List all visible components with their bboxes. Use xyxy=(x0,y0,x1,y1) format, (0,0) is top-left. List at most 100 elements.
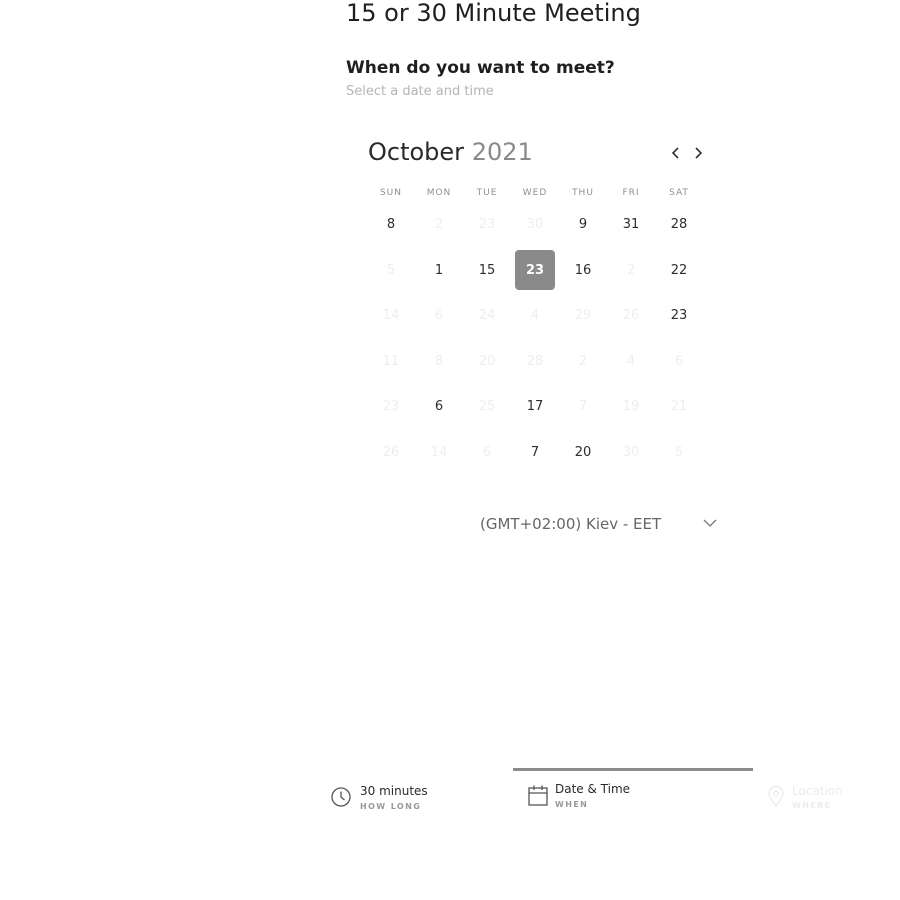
calendar-day[interactable]: 22 xyxy=(655,248,703,294)
calendar-day: 8 xyxy=(415,339,463,385)
calendar-day: 23 xyxy=(463,202,511,248)
calendar-day-number: 1 xyxy=(434,262,444,278)
weekday-header: SUN MON TUE WED THU FRI SAT xyxy=(367,188,703,198)
calendar-day-number: 8 xyxy=(434,353,444,369)
calendar-day: 4 xyxy=(607,339,655,385)
calendar-day-number: 19 xyxy=(622,399,640,415)
calendar-day: 19 xyxy=(607,384,655,430)
calendar-day-number: 2 xyxy=(578,353,588,369)
calendar-day-number: 16 xyxy=(574,262,592,278)
step-date-time[interactable]: Date & Time WHEN xyxy=(527,760,687,820)
weekday-sat: SAT xyxy=(669,188,689,198)
calendar-day: 6 xyxy=(463,430,511,476)
calendar-month: October xyxy=(368,138,465,166)
calendar-day[interactable]: 20 xyxy=(559,430,607,476)
previous-month-button[interactable] xyxy=(666,142,686,164)
calendar-day-number: 7 xyxy=(578,399,588,415)
calendar-day: 2 xyxy=(415,202,463,248)
calendar-day-number: 11 xyxy=(382,353,400,369)
calendar-day: 2 xyxy=(607,248,655,294)
calendar-day[interactable]: 28 xyxy=(655,202,703,248)
calendar-day: 14 xyxy=(367,293,415,339)
step-date-time-label: Date & Time xyxy=(555,782,631,796)
calendar-day-number: 29 xyxy=(574,308,592,324)
calendar-day[interactable]: 23 xyxy=(655,293,703,339)
calendar-day: 2 xyxy=(559,339,607,385)
calendar-day-number: 28 xyxy=(670,217,688,233)
calendar-day-number: 4 xyxy=(530,308,540,324)
calendar-day-number: 31 xyxy=(622,217,640,233)
calendar-day: 21 xyxy=(655,384,703,430)
calendar-day-number: 26 xyxy=(382,444,400,460)
calendar-day: 6 xyxy=(415,293,463,339)
calendar-day-number: 2 xyxy=(626,262,636,278)
calendar-day-number: 25 xyxy=(478,399,496,415)
clock-icon xyxy=(331,787,351,807)
question-heading: When do you want to meet? xyxy=(346,58,615,78)
calendar-day-number: 30 xyxy=(622,444,640,460)
calendar-day-number: 6 xyxy=(434,308,444,324)
calendar-year: 2021 xyxy=(471,138,533,166)
calendar-day-grid: 8 2 23 30 9 31 28 5 1 15 23 16 2 22 14 6 24 4 29 26 23 11 8 20 2… xyxy=(367,202,703,475)
step-duration[interactable]: 30 minutes HOW LONG xyxy=(330,760,470,820)
weekday-tue: TUE xyxy=(476,188,498,198)
calendar-day: 26 xyxy=(607,293,655,339)
calendar-day[interactable]: 9 xyxy=(559,202,607,248)
calendar-day: 25 xyxy=(463,384,511,430)
weekday-thu: THU xyxy=(572,188,594,198)
calendar-day-number: 20 xyxy=(574,444,592,460)
calendar-day: 30 xyxy=(607,430,655,476)
calendar-day-number: 23 xyxy=(670,308,688,324)
chevron-down-icon xyxy=(703,519,717,527)
calendar-day: 20 xyxy=(463,339,511,385)
calendar-day-number: 7 xyxy=(530,444,540,460)
calendar-day-number: 14 xyxy=(430,444,448,460)
weekday-mon: MON xyxy=(426,188,452,198)
calendar-icon xyxy=(528,785,548,806)
calendar-day[interactable]: 31 xyxy=(607,202,655,248)
calendar-day[interactable]: 7 xyxy=(511,430,559,476)
calendar-day: 23 xyxy=(367,384,415,430)
calendar-day[interactable]: 15 xyxy=(463,248,511,294)
meeting-title: 15 or 30 Minute Meeting xyxy=(346,0,641,27)
calendar-month-year: October 2021 xyxy=(368,138,533,166)
step-location[interactable]: Location WHERE xyxy=(767,760,867,820)
timezone-select[interactable]: (GMT+02:00) Kiev - EET xyxy=(470,508,720,540)
calendar-day-number: 23 xyxy=(478,217,496,233)
calendar-day: 5 xyxy=(655,430,703,476)
hint-text: Select a date and time xyxy=(346,84,494,99)
chevron-left-icon xyxy=(671,147,679,159)
next-month-button[interactable] xyxy=(688,142,708,164)
calendar-day: 11 xyxy=(367,339,415,385)
scheduling-page: 15 or 30 Minute Meeting When do you want… xyxy=(0,0,900,900)
calendar-day-number: 21 xyxy=(670,399,688,415)
calendar-day-number: 4 xyxy=(626,353,636,369)
calendar-day[interactable]: 16 xyxy=(559,248,607,294)
calendar-day: 7 xyxy=(559,384,607,430)
weekday-sun: SUN xyxy=(379,188,403,198)
location-pin-icon xyxy=(768,786,784,808)
calendar-day-number: 2 xyxy=(434,217,444,233)
calendar-day-number: 6 xyxy=(482,444,492,460)
calendar-day-number: 6 xyxy=(434,399,444,415)
calendar-day-number: 20 xyxy=(478,353,496,369)
weekday-wed: WED xyxy=(522,188,548,198)
calendar-day[interactable]: 17 xyxy=(511,384,559,430)
calendar-day[interactable]: 1 xyxy=(415,248,463,294)
calendar-day-number: 22 xyxy=(670,262,688,278)
calendar-day[interactable]: 6 xyxy=(415,384,463,430)
calendar-day-number: 9 xyxy=(578,217,588,233)
calendar-day-number: 8 xyxy=(386,217,396,233)
chevron-right-icon xyxy=(695,147,703,159)
calendar-day-number: 28 xyxy=(526,353,544,369)
calendar-day-number: 23 xyxy=(515,250,555,291)
calendar-day-number: 17 xyxy=(526,399,544,415)
booking-steps: 30 minutes HOW LONG Date & Time WHEN Loc… xyxy=(0,760,900,820)
step-duration-sub: HOW LONG xyxy=(360,802,422,811)
calendar-day: 6 xyxy=(655,339,703,385)
calendar-day-number: 14 xyxy=(382,308,400,324)
calendar-day[interactable]: 8 xyxy=(367,202,415,248)
weekday-fri: FRI xyxy=(622,188,640,198)
calendar-day-selected[interactable]: 23 xyxy=(511,248,559,294)
calendar-day-number: 5 xyxy=(674,444,684,460)
